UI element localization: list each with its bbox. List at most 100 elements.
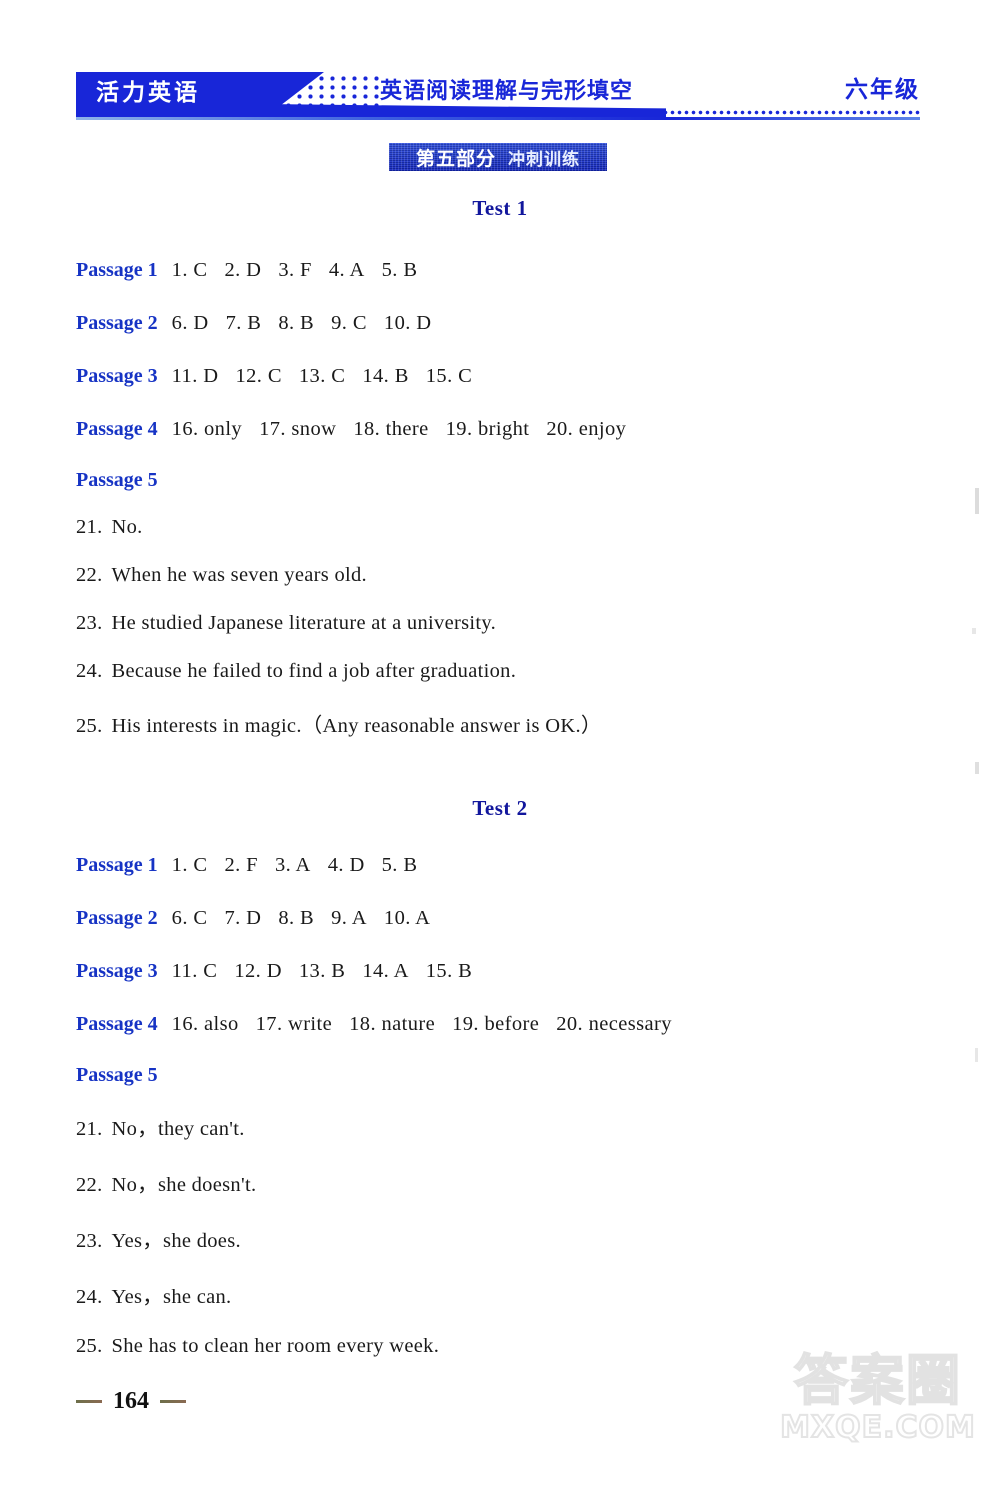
scan-artifact bbox=[975, 762, 979, 774]
passage-answers: 6. D 7. B 8. B 9. C 10. D bbox=[172, 312, 432, 335]
answer-item: 19. before bbox=[452, 1013, 540, 1035]
header-band: 活力英语 英语阅读理解与完形填空 六年级 bbox=[76, 72, 920, 120]
page-header: 活力英语 英语阅读理解与完形填空 六年级 bbox=[0, 0, 1000, 130]
answer-item: 10. A bbox=[383, 907, 431, 929]
header-grade-label: 六年级 bbox=[845, 77, 920, 103]
answer-text: No，they can't. bbox=[111, 1118, 245, 1140]
passage-stacked: Passage 5 21. No，they can't. 22. No，she does… bbox=[0, 1064, 1000, 1358]
answer-item: 19. bright bbox=[445, 418, 530, 440]
answer-line: 21. No，they can't. bbox=[0, 1111, 1000, 1141]
answer-text: Yes，she can. bbox=[111, 1286, 232, 1308]
answer-item: 12. C bbox=[235, 365, 282, 387]
answer-item: 4. A bbox=[328, 259, 365, 281]
answer-text: She has to clean her room every week. bbox=[111, 1335, 440, 1357]
answer-number: 24. bbox=[76, 660, 103, 682]
answer-item: 18. there bbox=[353, 418, 429, 440]
passage-answers: 11. C 12. D 13. B 14. A 15. B bbox=[172, 960, 473, 983]
answer-item: 17. snow bbox=[259, 418, 337, 440]
answer-item: 6. D bbox=[171, 312, 209, 334]
footer-dash-right bbox=[160, 1400, 186, 1403]
answer-item: 3. A bbox=[274, 854, 311, 876]
answer-number: 21. bbox=[76, 516, 103, 538]
answer-item: 16. also bbox=[171, 1013, 239, 1035]
passage-answers: 16. only 17. snow 18. there 19. bright 20. e… bbox=[172, 418, 627, 441]
answer-line: 25. His interests in magic.（Any reasonabl… bbox=[0, 708, 1000, 738]
answer-item: 8. B bbox=[278, 907, 315, 929]
passage-label: Passage 3 bbox=[76, 365, 158, 387]
answer-item: 3. F bbox=[278, 259, 312, 281]
answer-item: 18. nature bbox=[349, 1013, 436, 1035]
answer-item: 7. B bbox=[225, 312, 262, 334]
answer-text: No，she doesn't. bbox=[111, 1174, 257, 1196]
section-part-label: 第五部分 bbox=[415, 147, 496, 170]
passage-answers: 1. C 2. F 3. A 4. D 5. B bbox=[172, 854, 418, 877]
test-heading: Test 2 bbox=[472, 796, 528, 820]
answer-item: 2. F bbox=[224, 854, 258, 876]
answer-item: 16. only bbox=[171, 418, 243, 440]
scan-artifact bbox=[975, 488, 979, 514]
answer-item: 11. C bbox=[171, 960, 218, 982]
passage-label: Passage 3 bbox=[76, 960, 158, 982]
answer-item: 6. C bbox=[171, 907, 208, 929]
answer-key-content: Test 1 Passage 1 1. C 2. D 3. F 4. A 5. B Passa… bbox=[0, 196, 1000, 1358]
answer-item: 11. D bbox=[171, 365, 219, 387]
scan-artifact bbox=[972, 628, 976, 634]
answer-line: 23. He studied Japanese literature at a u… bbox=[0, 612, 1000, 635]
answer-item: 1. C bbox=[171, 259, 208, 281]
answer-item: 12. D bbox=[234, 960, 282, 982]
passage-row: Passage 3 11. C 12. D 13. B 14. A 15. B bbox=[0, 960, 1000, 983]
answer-item: 15. C bbox=[425, 365, 473, 387]
header-underline bbox=[76, 117, 920, 120]
passage-label: Passage 5 bbox=[76, 1064, 158, 1086]
passage-answers: 1. C 2. D 3. F 4. A 5. B bbox=[172, 259, 418, 282]
passage-answers: 6. C 7. D 8. B 9. A 10. A bbox=[172, 907, 431, 930]
passage-stacked: Passage 5 21. No. 22. When he was seven year… bbox=[0, 469, 1000, 738]
test-heading: Test 1 bbox=[472, 196, 528, 220]
answer-item: 13. C bbox=[298, 365, 346, 387]
passage-row: Passage 1 1. C 2. F 3. A 4. D 5. B bbox=[0, 854, 1000, 877]
section-banner: 第五部分 冲刺训练 bbox=[389, 143, 607, 171]
passage-answers: 16. also 17. write 18. nature 19. before 20.… bbox=[172, 1013, 672, 1036]
answer-item: 9. A bbox=[331, 907, 367, 929]
passage-answers: 11. D 12. C 13. C 14. B 15. C bbox=[172, 365, 473, 388]
passage-row: Passage 2 6. D 7. B 8. B 9. C 10. D bbox=[0, 312, 1000, 335]
answer-item: 5. B bbox=[381, 854, 418, 876]
answer-line: 23. Yes，she does. bbox=[0, 1223, 1000, 1253]
answer-number: 22. bbox=[76, 564, 103, 586]
passage-label: Passage 4 bbox=[76, 1013, 158, 1035]
answer-text: He studied Japanese literature at a univ… bbox=[111, 612, 497, 634]
answer-number: 25. bbox=[76, 715, 103, 737]
answer-line: 24. Because he failed to find a job after… bbox=[0, 660, 1000, 683]
answer-item: 2. D bbox=[224, 259, 262, 281]
answer-number: 23. bbox=[76, 1230, 103, 1252]
passage-row: Passage 3 11. D 12. C 13. C 14. B 15. C bbox=[0, 365, 1000, 388]
answer-item: 20. necessary bbox=[556, 1013, 672, 1035]
passage-label: Passage 1 bbox=[76, 259, 158, 281]
page-footer: 164 bbox=[76, 1388, 276, 1415]
answer-item: 10. D bbox=[383, 312, 432, 334]
answer-item: 14. B bbox=[362, 365, 409, 387]
watermark-site-text: MXQE.COM bbox=[779, 1409, 976, 1446]
answer-number: 23. bbox=[76, 612, 103, 634]
answer-item: 20. enjoy bbox=[546, 418, 627, 440]
answer-item: 7. D bbox=[224, 907, 262, 929]
section-part-subtitle: 冲刺训练 bbox=[508, 149, 580, 170]
answer-line: 24. Yes，she can. bbox=[0, 1279, 1000, 1309]
test-block: Test 2 Passage 1 1. C 2. F 3. A 4. D 5. B Passa… bbox=[0, 796, 1000, 1358]
footer-dash-left bbox=[76, 1400, 102, 1403]
answer-number: 21. bbox=[76, 1118, 103, 1140]
answer-text: No. bbox=[111, 516, 143, 538]
answer-item: 1. C bbox=[171, 854, 208, 876]
answer-item: 15. B bbox=[425, 960, 473, 982]
answer-text: His interests in magic.（Any reasonable a… bbox=[111, 715, 602, 737]
header-dotted-rule bbox=[662, 110, 920, 115]
answer-number: 25. bbox=[76, 1335, 103, 1357]
answer-item: 4. D bbox=[327, 854, 365, 876]
answer-number: 22. bbox=[76, 1174, 103, 1196]
answer-line: 21. No. bbox=[0, 516, 1000, 539]
test-block: Test 1 Passage 1 1. C 2. D 3. F 4. A 5. B Passa… bbox=[0, 196, 1000, 738]
header-book-title: 英语阅读理解与完形填空 bbox=[380, 79, 634, 104]
watermark-chinese-text: 答案圈 bbox=[793, 1349, 962, 1412]
answer-item: 5. B bbox=[381, 259, 418, 281]
answer-item: 17. write bbox=[255, 1013, 333, 1035]
